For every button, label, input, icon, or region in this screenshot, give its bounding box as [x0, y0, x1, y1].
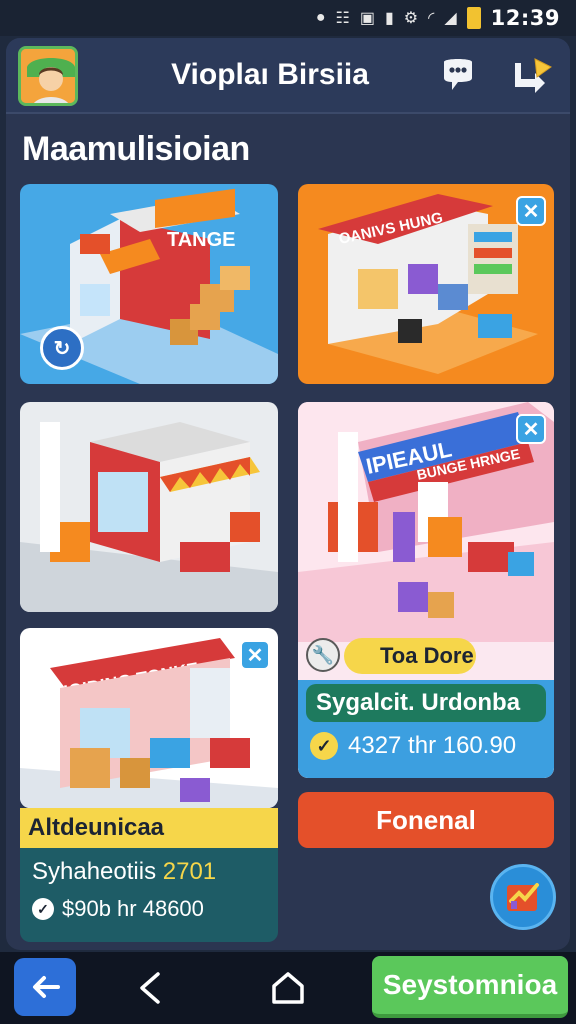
- status-bar: ● ☷ ▣ ▮ ⚙ ◜ ◢ 12:39: [0, 0, 576, 36]
- card1-sign-text: TANGE: [167, 229, 236, 251]
- arrow-left-icon: [33, 976, 60, 998]
- refresh-badge-icon[interactable]: ↻: [40, 326, 84, 370]
- nfc-icon: ☷: [335, 10, 350, 27]
- card4-info-label: Sygalcit. Urdonba: [306, 684, 546, 722]
- avatar-icon[interactable]: [18, 46, 78, 106]
- system-home-button[interactable]: [266, 964, 310, 1012]
- card5-banner: Altdeunicaa: [20, 808, 278, 848]
- wrench-icon[interactable]: 🔧: [306, 638, 340, 672]
- check-icon: ✓: [310, 732, 338, 760]
- fornal-button[interactable]: Fonenal: [298, 792, 554, 848]
- wifi-icon: ◜: [428, 10, 435, 27]
- todo-pill[interactable]: Toa Dore: [344, 638, 476, 674]
- signal-bars-icon: ▮: [384, 10, 394, 27]
- card4-price-row: ✓ 4327 thr 160.90: [310, 728, 516, 764]
- screenshot-icon: ▣: [359, 10, 375, 27]
- card5-line1-text: Syhaheotiis: [32, 858, 157, 885]
- close-icon[interactable]: ✕: [516, 196, 546, 226]
- close-icon[interactable]: ✕: [240, 640, 270, 670]
- chevron-left-icon: [140, 972, 160, 1004]
- share-icon[interactable]: [508, 52, 554, 98]
- status-time: 12:39: [490, 6, 560, 30]
- close-icon[interactable]: ✕: [516, 414, 546, 444]
- card5-line1: Syhaheotiis 2701: [32, 858, 216, 886]
- check-icon: ✓: [32, 898, 54, 920]
- fab-chart-icon[interactable]: [490, 864, 556, 930]
- cell-signal-icon: ◢: [444, 10, 457, 27]
- store-card-5[interactable]: IOIDING TONKE ✕: [20, 628, 278, 808]
- store-card-3[interactable]: [20, 402, 278, 612]
- green-action-button[interactable]: Seystomnioa: [372, 956, 568, 1018]
- battery-icon: [466, 7, 481, 29]
- card5-line1-num: 2701: [162, 858, 217, 885]
- vibrate-icon: ⚙: [403, 10, 419, 27]
- card4-price: 4327 thr 160.90: [348, 732, 517, 759]
- chat-icon[interactable]: [436, 52, 480, 96]
- dot-icon: ●: [315, 9, 326, 26]
- card5-line2: ✓ $90b hr 48600: [32, 896, 204, 922]
- store-card-1[interactable]: TANGE ↻: [20, 184, 278, 384]
- card5-price: $90b hr 48600: [62, 896, 204, 921]
- back-arrow-button[interactable]: [14, 958, 76, 1016]
- section-title: Maamulisioian: [22, 130, 250, 168]
- store-illustration-3: [20, 402, 278, 612]
- store-card-2[interactable]: OANIVS HUNG ✕: [298, 184, 554, 384]
- system-back-button[interactable]: [130, 966, 170, 1010]
- home-icon: [272, 972, 304, 1004]
- app-title: Vioplaı Birsiia: [171, 58, 369, 91]
